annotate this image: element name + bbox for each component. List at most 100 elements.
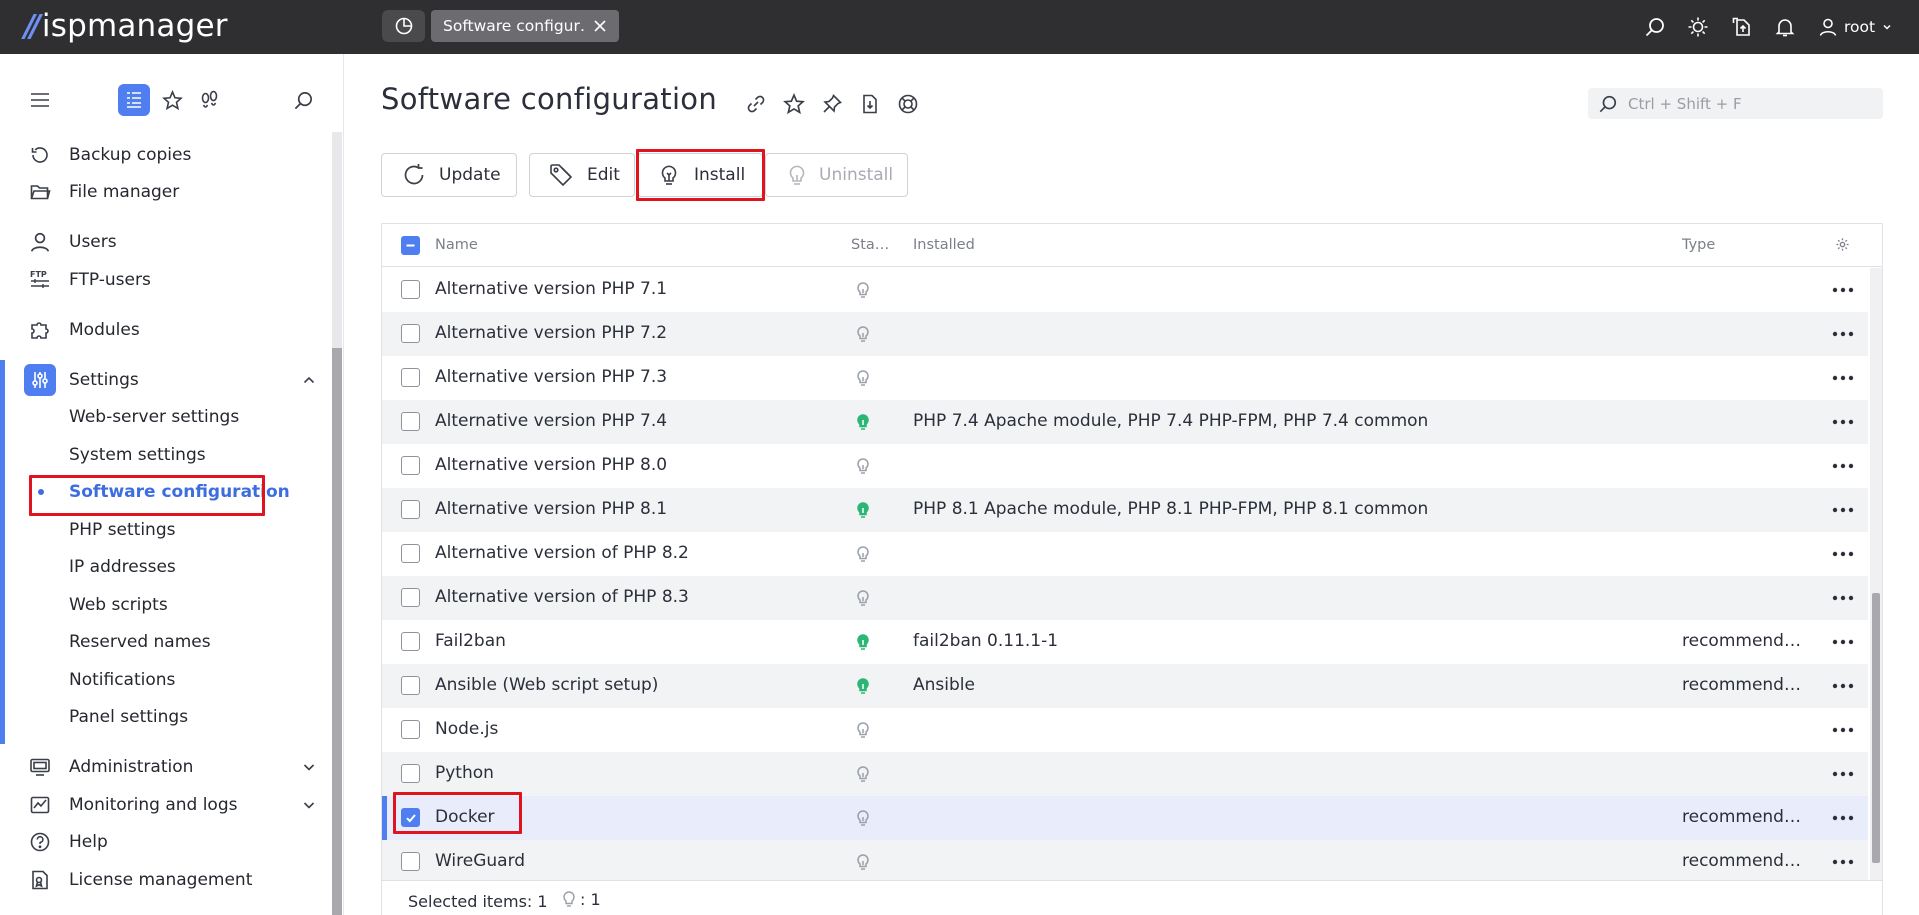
row-checkbox[interactable] [401,412,420,431]
sidebar-item-web-server-settings[interactable]: Web-server settings [0,400,330,434]
more-actions-icon[interactable] [1830,764,1856,784]
column-header-installed[interactable]: Installed [913,237,975,253]
favorites-button[interactable] [156,84,188,116]
column-settings-gear-icon[interactable] [1835,237,1850,256]
table-row[interactable]: Alternative version PHP 7.3 [382,356,1868,400]
row-checkbox[interactable] [401,764,420,783]
close-icon[interactable] [593,19,607,33]
global-search-button[interactable] [1640,0,1670,54]
sidebar-item-settings[interactable]: Settings [0,363,330,397]
sidebar-item-panel-settings[interactable]: Panel settings [0,700,330,734]
update-button[interactable]: Update [381,153,517,197]
table-row[interactable]: Fail2ban fail2ban 0.11.1-1 recommend… [382,620,1868,664]
sidebar-item-administration[interactable]: Administration [0,750,330,784]
more-actions-icon[interactable] [1830,412,1856,432]
sidebar-item-backup-copies[interactable]: Backup copies [0,138,330,172]
select-all-checkbox[interactable] [401,236,420,255]
table-scrollbar[interactable] [1870,268,1882,880]
more-actions-icon[interactable] [1830,588,1856,608]
export-icon[interactable] [858,92,882,116]
sidebar-item-web-scripts[interactable]: Web scripts [0,588,330,622]
more-actions-icon[interactable] [1830,500,1856,520]
table-row[interactable]: WireGuard recommend… [382,840,1868,880]
row-checkbox[interactable] [401,588,420,607]
sidebar-item-ip-addresses[interactable]: IP addresses [0,550,330,584]
table-row[interactable]: Node.js [382,708,1868,752]
row-checkbox[interactable] [401,324,420,343]
sidebar-item-system-settings[interactable]: System settings [0,438,330,472]
menu-search-button[interactable] [287,84,319,116]
more-actions-icon[interactable] [1830,280,1856,300]
row-checkbox[interactable] [401,720,420,739]
row-checkbox[interactable] [401,676,420,695]
sidebar-scrollbar-thumb[interactable] [332,348,342,915]
sidebar-item-reserved-names[interactable]: Reserved names [0,625,330,659]
logo[interactable]: // ispmanager [24,8,228,44]
notifications-button[interactable] [1770,0,1800,54]
sidebar-item-file-manager[interactable]: File manager [0,175,330,209]
open-tab-software-configuration[interactable]: Software configur… [431,10,619,42]
edit-button[interactable]: Edit [529,153,635,197]
more-actions-icon[interactable] [1830,852,1856,872]
row-checkbox[interactable] [401,852,420,871]
row-checkbox[interactable] [401,632,420,651]
table-row[interactable]: Python [382,752,1868,796]
table-row[interactable]: Alternative version of PHP 8.3 [382,576,1868,620]
table-row[interactable]: Ansible (Web script setup) Ansible recomme… [382,664,1868,708]
chevron-down-icon[interactable] [302,760,316,774]
steps-button[interactable] [193,84,225,116]
column-header-status[interactable]: Sta… [851,237,889,253]
table-row[interactable]: Alternative version PHP 8.0 [382,444,1868,488]
upload-button[interactable] [1727,0,1757,54]
history-button[interactable] [382,10,425,42]
search-input[interactable] [1628,94,1868,113]
install-button[interactable]: Install [637,153,763,197]
theme-toggle-button[interactable] [1683,0,1713,54]
row-checkbox[interactable] [401,808,420,827]
table-scrollbar-thumb[interactable] [1872,593,1880,863]
sidebar-item-users[interactable]: Users [0,225,330,259]
table-row[interactable]: Alternative version of PHP 8.2 [382,532,1868,576]
more-actions-icon[interactable] [1830,808,1856,828]
lifebuoy-icon[interactable] [896,92,920,116]
more-actions-icon[interactable] [1830,324,1856,344]
sidebar-item-monitoring-and-logs[interactable]: Monitoring and logs [0,788,330,822]
sidebar-item-license-management[interactable]: License management [0,863,330,897]
sidebar-scrollbar[interactable] [332,132,342,915]
sidebar-item-notifications[interactable]: Notifications [0,663,330,697]
table-row[interactable]: Alternative version PHP 7.2 [382,312,1868,356]
sidebar-item-ftp-users[interactable]: FTP FTP-users [0,263,330,297]
more-actions-icon[interactable] [1830,676,1856,696]
row-checkbox[interactable] [401,280,420,299]
row-checkbox[interactable] [401,544,420,563]
chevron-down-icon[interactable] [302,798,316,812]
star-icon[interactable] [782,92,806,116]
column-header-type[interactable]: Type [1682,237,1715,253]
sidebar-item-help[interactable]: Help [0,825,330,859]
link-icon[interactable] [744,92,768,116]
more-actions-icon[interactable] [1830,720,1856,740]
sidebar-item-php-settings[interactable]: PHP settings [0,513,330,547]
row-checkbox[interactable] [401,456,420,475]
sidebar-item-label: File manager [69,182,180,202]
menu-toggle-button[interactable] [24,84,56,116]
menu-view-button[interactable] [118,84,150,116]
column-header-name[interactable]: Name [435,237,478,253]
pin-icon[interactable] [820,92,844,116]
more-actions-icon[interactable] [1830,632,1856,652]
sidebar: Backup copies File manager Users FTP FTP… [0,54,344,915]
chevron-up-icon[interactable] [302,373,316,387]
row-checkbox[interactable] [401,368,420,387]
more-actions-icon[interactable] [1830,544,1856,564]
sidebar-item-modules[interactable]: Modules [0,313,330,347]
row-checkbox[interactable] [401,500,420,519]
table-row[interactable]: Alternative version PHP 8.1 PHP 8.1 Apach… [382,488,1868,532]
uninstall-button[interactable]: Uninstall [765,153,908,197]
user-menu[interactable]: root [1818,0,1893,54]
table-row[interactable]: Alternative version PHP 7.1 [382,268,1868,312]
table-row[interactable]: Alternative version PHP 7.4 PHP 7.4 Apach… [382,400,1868,444]
sidebar-item-software-configuration[interactable]: Software configuration [0,475,330,509]
table-row[interactable]: Docker recommend… [382,796,1868,840]
more-actions-icon[interactable] [1830,368,1856,388]
more-actions-icon[interactable] [1830,456,1856,476]
